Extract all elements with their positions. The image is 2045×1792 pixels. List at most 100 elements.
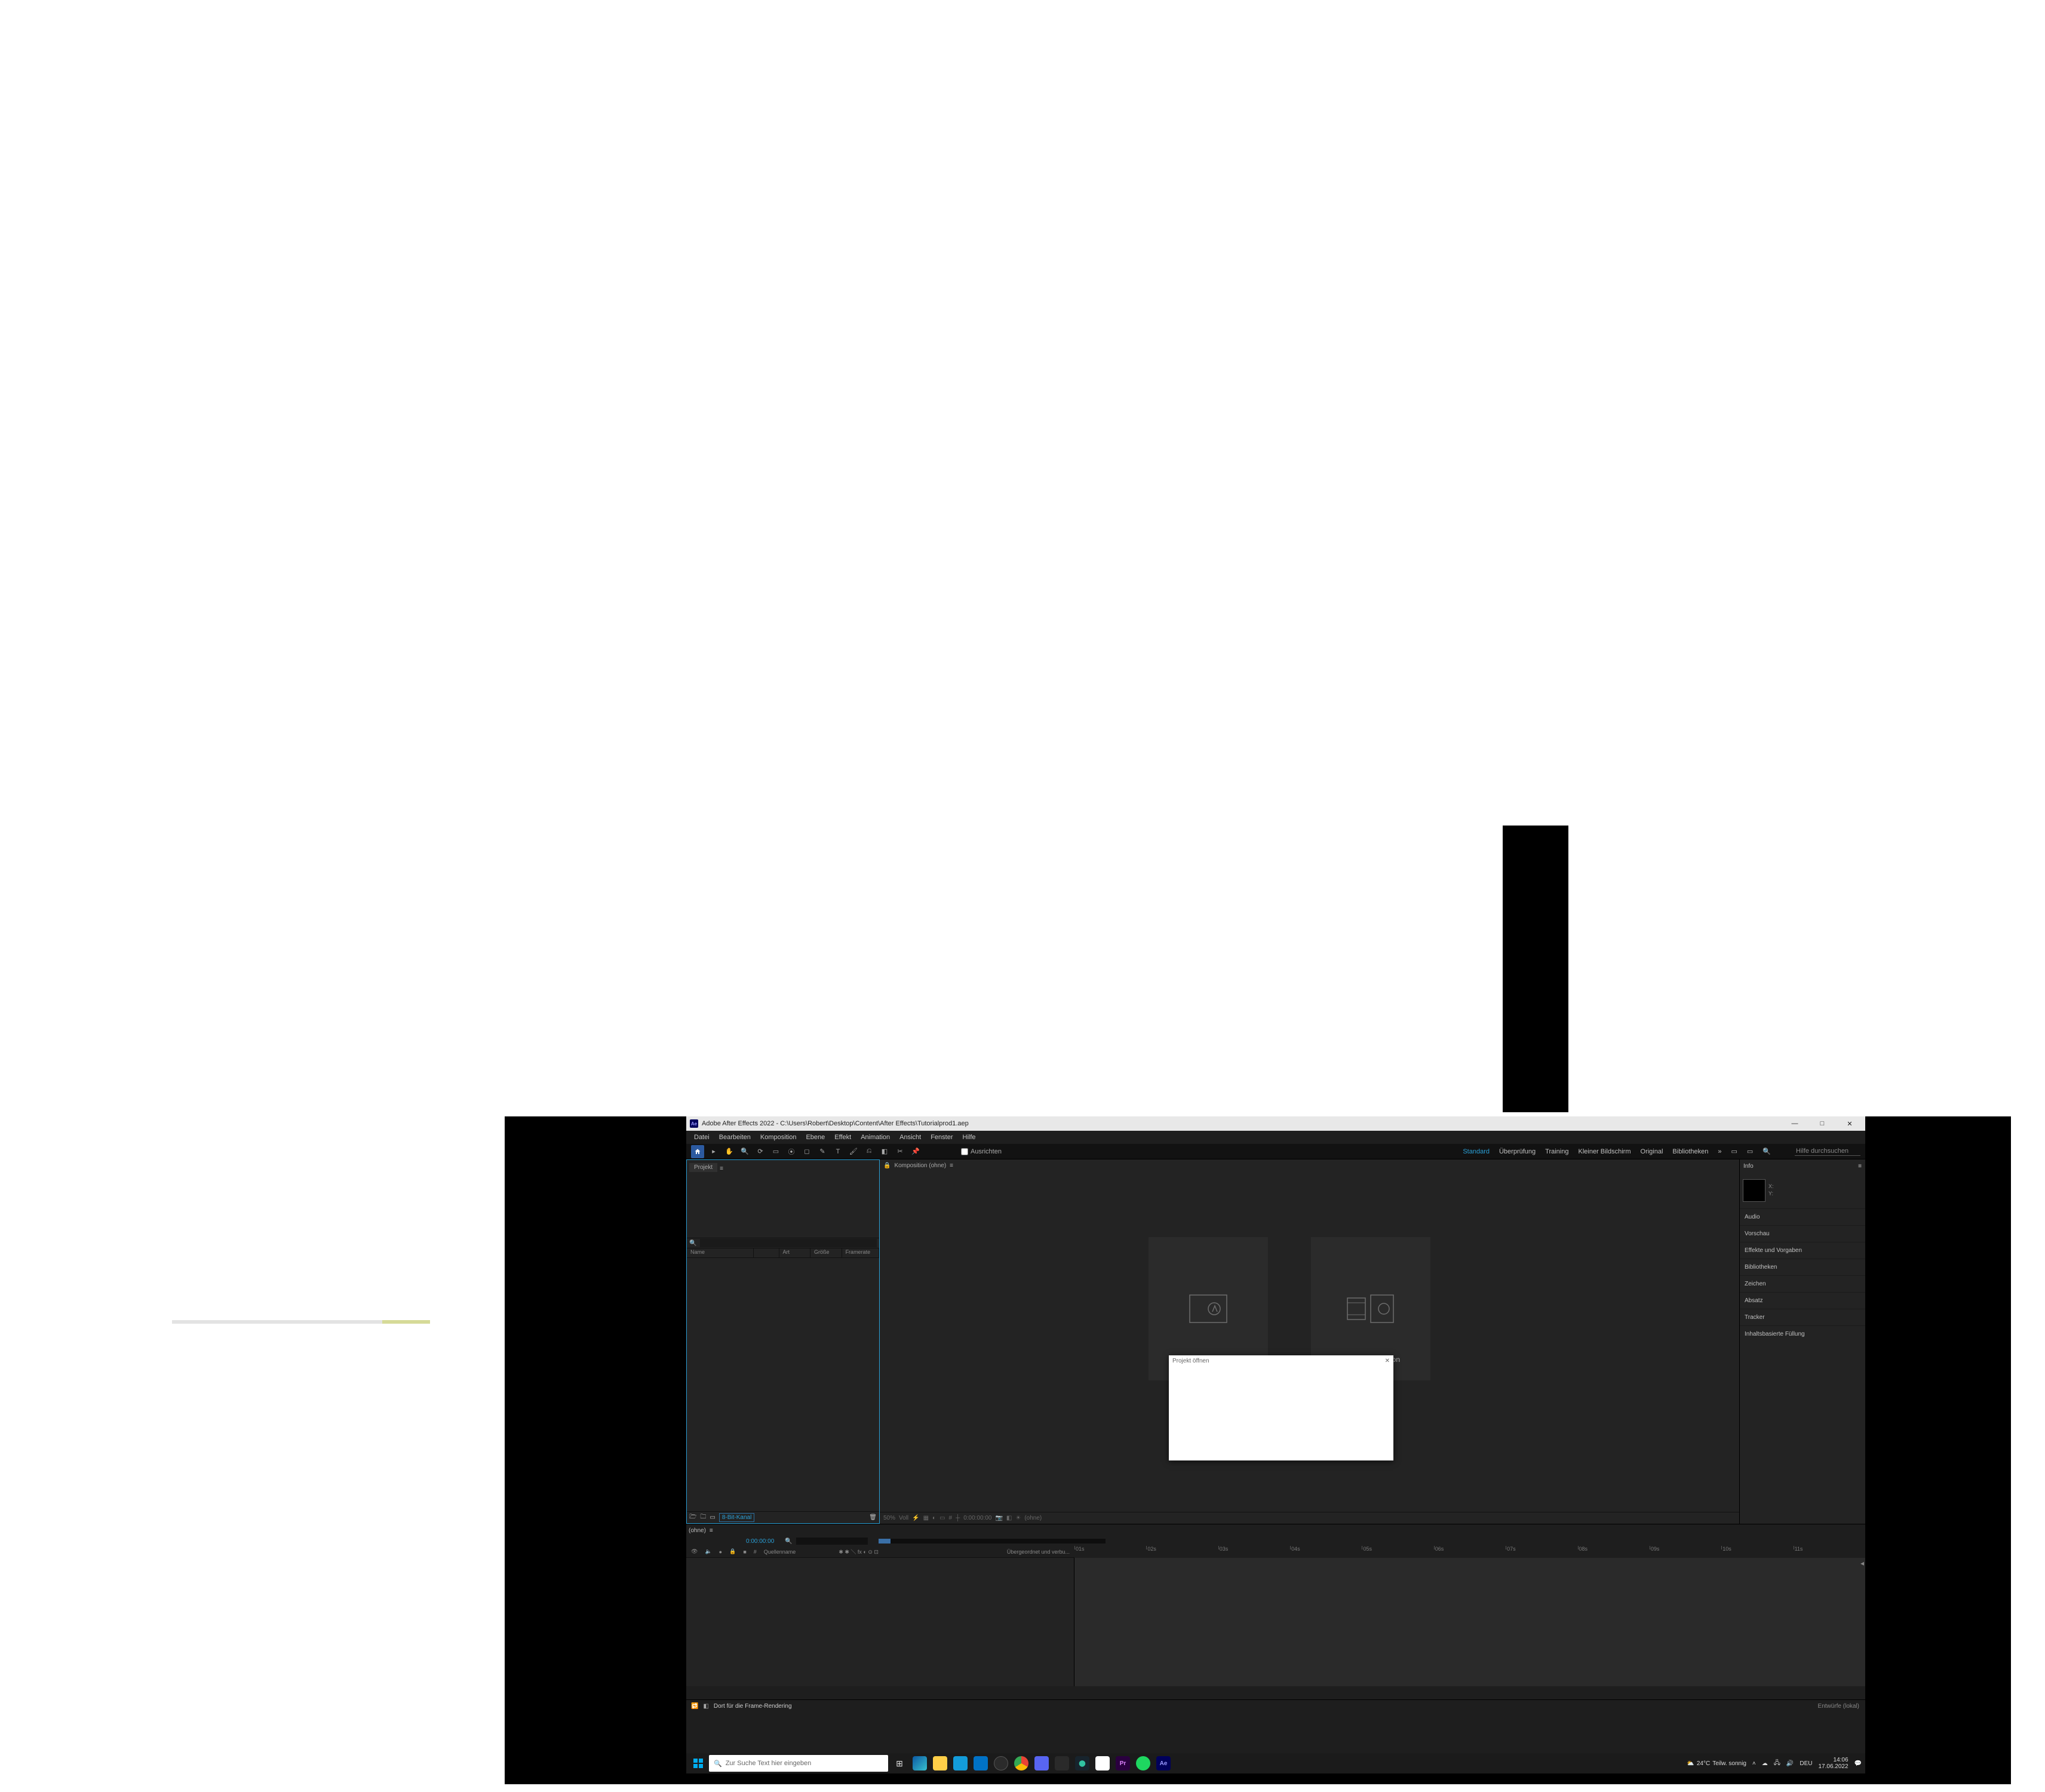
panel-effects-presets[interactable]: Effekte und Vorgaben — [1740, 1242, 1865, 1259]
parent-column[interactable]: Übergeordnet und verbu... — [1007, 1549, 1070, 1555]
project-item-list[interactable] — [687, 1258, 879, 1511]
frame-render-queue-label[interactable]: Dort für die Frame-Rendering — [714, 1703, 792, 1710]
tray-volume-icon[interactable]: 🔊 — [1786, 1760, 1794, 1767]
workspace-smallscreen[interactable]: Kleiner Bildschirm — [1578, 1148, 1631, 1155]
pen-tool-icon[interactable]: ✎ — [816, 1146, 828, 1158]
current-timecode[interactable]: 0:00:00:00 — [746, 1538, 774, 1545]
roto-tool-icon[interactable]: ✂ — [894, 1146, 906, 1158]
tray-network-icon[interactable]: 🖧 — [1774, 1759, 1780, 1769]
workspace-standard[interactable]: Standard — [1463, 1148, 1490, 1155]
tray-language[interactable]: DEU — [1800, 1760, 1812, 1767]
window-minimize-button[interactable]: — — [1783, 1120, 1807, 1127]
panels-reset-icon[interactable]: ▭ — [1731, 1147, 1737, 1155]
shape-tool-icon[interactable]: ◻ — [801, 1146, 813, 1158]
menu-ebene[interactable]: Ebene — [802, 1133, 829, 1142]
panels-toggle-icon[interactable]: ▭ — [1747, 1147, 1753, 1155]
menu-animation[interactable]: Animation — [856, 1133, 894, 1142]
panel-menu-icon[interactable]: ≡ — [1858, 1163, 1862, 1170]
interpret-footage-icon[interactable]: 🗁 — [689, 1512, 696, 1523]
panel-menu-icon[interactable]: ≡ — [950, 1162, 953, 1169]
zoom-tool-icon[interactable]: 🔍 — [739, 1146, 751, 1158]
viewer-lock-icon[interactable]: 🔒 — [883, 1162, 891, 1169]
toggle-switches-icon[interactable]: 🔁 — [691, 1703, 698, 1710]
project-bit-depth[interactable]: 8-Bit-Kanal — [719, 1513, 754, 1522]
info-panel-tab[interactable]: Info — [1743, 1163, 1754, 1170]
window-close-button[interactable]: ✕ — [1838, 1120, 1862, 1128]
solo-column-icon[interactable]: ● — [719, 1549, 722, 1555]
new-comp-icon[interactable]: ▭ — [710, 1514, 715, 1521]
project-filter-input[interactable] — [700, 1239, 877, 1247]
tray-chevron-icon[interactable]: ˄ — [1752, 1760, 1756, 1767]
taskbar-app-notes[interactable] — [1094, 1754, 1111, 1772]
task-view-icon[interactable]: ⊞ — [891, 1754, 908, 1772]
panel-character[interactable]: Zeichen — [1740, 1275, 1865, 1292]
view-layout-dropdown[interactable]: (ohne) — [1024, 1515, 1042, 1521]
label-column-icon[interactable]: ■ — [743, 1549, 746, 1555]
eye-column-icon[interactable]: 👁 — [691, 1548, 698, 1555]
menu-datei[interactable]: Datei — [690, 1133, 714, 1142]
panel-audio[interactable]: Audio — [1740, 1208, 1865, 1225]
project-col-size[interactable]: Größe — [810, 1248, 842, 1257]
eraser-tool-icon[interactable]: ◧ — [879, 1146, 891, 1158]
start-button[interactable] — [690, 1755, 707, 1772]
new-folder-icon[interactable]: 🗀 — [700, 1512, 706, 1523]
channel-icon[interactable]: ◧ — [1006, 1515, 1012, 1521]
open-project-dialog[interactable]: Projekt öffnen ✕ — [1169, 1355, 1393, 1460]
transparency-grid-icon[interactable]: ▦ — [923, 1515, 929, 1521]
puppet-tool-icon[interactable]: 📌 — [910, 1146, 922, 1158]
exposure-icon[interactable]: ☀ — [1015, 1515, 1021, 1521]
selection-tool-icon[interactable]: ▸ — [708, 1146, 720, 1158]
panel-libraries[interactable]: Bibliotheken — [1740, 1259, 1865, 1275]
close-icon[interactable]: ✕ — [1385, 1358, 1390, 1364]
window-maximize-button[interactable]: □ — [1810, 1120, 1834, 1127]
time-ruler[interactable]: 01s 02s 03s 04s 05s 06s 07s 08s 09s 10s … — [1074, 1546, 1865, 1554]
rotate-tool-icon[interactable]: ⟳ — [754, 1146, 766, 1158]
taskbar-app-obs[interactable] — [992, 1754, 1010, 1772]
timeline-search-input[interactable] — [796, 1538, 868, 1545]
taskbar-app-discord[interactable] — [1033, 1754, 1051, 1772]
guides-icon[interactable]: ┼ — [956, 1515, 960, 1521]
panel-menu-icon[interactable]: ≡ — [720, 1165, 723, 1172]
workspace-more-icon[interactable]: » — [1718, 1148, 1721, 1155]
tray-notifications-icon[interactable]: 💬 — [1854, 1760, 1862, 1767]
taskbar-search[interactable]: 🔍 Zur Suche Text hier eingeben — [709, 1755, 888, 1772]
panel-menu-icon[interactable]: ≡ — [710, 1527, 713, 1534]
snapshot-icon[interactable]: 📷 — [995, 1515, 1002, 1521]
taskbar-app-mail[interactable] — [972, 1754, 990, 1772]
panel-paragraph[interactable]: Absatz — [1740, 1292, 1865, 1309]
taskbar-app-explorer[interactable] — [931, 1754, 949, 1772]
timeline-track-area[interactable]: ◂ — [1074, 1558, 1865, 1686]
taskbar-app-aftereffects[interactable]: Ae — [1154, 1754, 1172, 1772]
resolution-dropdown[interactable]: Voll — [899, 1515, 908, 1521]
panel-preview[interactable]: Vorschau — [1740, 1225, 1865, 1242]
brush-tool-icon[interactable]: 🖌 — [848, 1146, 859, 1158]
text-tool-icon[interactable]: T — [832, 1146, 844, 1158]
project-col-name[interactable]: Name — [687, 1248, 754, 1257]
panel-content-aware-fill[interactable]: Inhaltsbasierte Füllung — [1740, 1325, 1865, 1342]
workspace-libraries[interactable]: Bibliotheken — [1672, 1148, 1708, 1155]
fast-preview-icon[interactable]: ⚡ — [912, 1515, 919, 1521]
taskbar-weather[interactable]: ⛅ 24°C Teilw. sonnig — [1687, 1760, 1746, 1767]
zoom-level[interactable]: 50% — [883, 1515, 895, 1521]
taskbar-app-streamlabs[interactable]: ⬤ — [1073, 1754, 1091, 1772]
comp-marker-icon[interactable]: ◂ — [1860, 1559, 1864, 1567]
clone-stamp-tool-icon[interactable]: ⎌ — [863, 1146, 875, 1158]
lock-column-icon[interactable]: 🔒 — [729, 1548, 736, 1555]
viewer-tab-label[interactable]: Komposition (ohne) — [894, 1162, 946, 1169]
menu-fenster[interactable]: Fenster — [926, 1133, 957, 1142]
help-search-input[interactable]: Hilfe durchsuchen — [1795, 1147, 1860, 1156]
timeline-layer-list[interactable] — [686, 1558, 1074, 1686]
toggle-modes-icon[interactable]: ◧ — [703, 1703, 708, 1710]
menu-komposition[interactable]: Komposition — [756, 1133, 801, 1142]
project-col-type[interactable]: Art — [779, 1248, 811, 1257]
audio-column-icon[interactable]: 🔈 — [705, 1548, 711, 1555]
project-col-label[interactable] — [754, 1248, 779, 1257]
menu-effekt[interactable]: Effekt — [830, 1133, 855, 1142]
tray-onedrive-icon[interactable]: ☁ — [1762, 1760, 1768, 1767]
workspace-original[interactable]: Original — [1641, 1148, 1663, 1155]
taskbar-app-spotify[interactable] — [1134, 1754, 1152, 1772]
source-name-column[interactable]: Quellenname — [764, 1549, 796, 1555]
pan-behind-tool-icon[interactable]: ⦿ — [785, 1146, 797, 1158]
hand-tool-icon[interactable]: ✋ — [723, 1146, 735, 1158]
project-col-fps[interactable]: Framerate — [842, 1248, 879, 1257]
